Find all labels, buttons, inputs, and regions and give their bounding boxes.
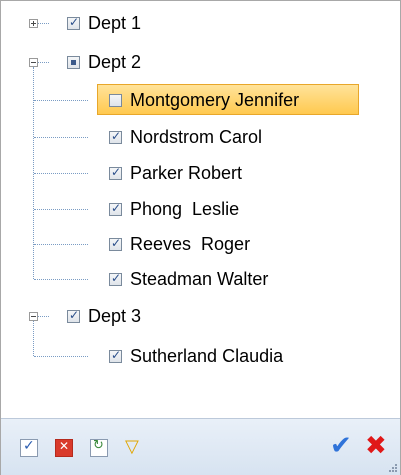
checkbox-sutherland-claudia[interactable] [109,348,122,363]
checkbox-dept1[interactable] [67,15,80,30]
checkbox-parker-robert[interactable] [109,165,122,180]
checkbox-reeves-roger[interactable] [109,236,122,251]
tree-label-sutherland-claudia[interactable]: Sutherland Claudia [130,344,283,368]
tree-label-phong-leslie[interactable]: Phong Leslie [130,197,239,221]
tree-label-dept3[interactable]: Dept 3 [88,304,141,328]
collapse-dept2-icon[interactable] [29,58,38,67]
tree-label-steadman-walter[interactable]: Steadman Walter [130,267,268,291]
filter-toolbar: ▽ ✔ ✖ [1,418,400,475]
uncheck-all-icon[interactable] [55,439,73,457]
tree-label-dept1[interactable]: Dept 1 [88,11,141,35]
tree-line-dept3 [33,321,34,356]
collapse-dept3-icon[interactable] [29,312,38,321]
tree-label-montgomery-jennifer[interactable]: Montgomery Jennifer [130,88,299,112]
tree-label-parker-robert[interactable]: Parker Robert [130,161,242,185]
check-all-icon[interactable] [20,438,38,457]
resize-grip-icon[interactable] [389,464,398,473]
tree-label-reeves-roger[interactable]: Reeves Roger [130,232,250,256]
checkbox-phong-leslie[interactable] [109,201,122,216]
tree-label-dept2[interactable]: Dept 2 [88,50,141,74]
invert-selection-icon[interactable] [90,438,108,457]
tree-label-nordstrom-carol[interactable]: Nordstrom Carol [130,125,262,149]
ok-icon[interactable]: ✔ [330,431,352,461]
cancel-icon[interactable]: ✖ [365,431,387,461]
checkbox-dept3[interactable] [67,308,80,323]
checkbox-nordstrom-carol[interactable] [109,129,122,144]
filter-popup: Dept 1 Dept 2 Montgomery Jennifer Nordst… [0,0,401,475]
checkbox-dept2[interactable] [67,56,80,69]
checkbox-steadman-walter[interactable] [109,271,122,286]
checkbox-montgomery-jennifer[interactable] [109,94,122,107]
department-tree: Dept 1 Dept 2 Montgomery Jennifer Nordst… [1,1,400,418]
filter-icon[interactable]: ▽ [125,436,147,458]
expand-dept1-icon[interactable] [29,19,38,28]
